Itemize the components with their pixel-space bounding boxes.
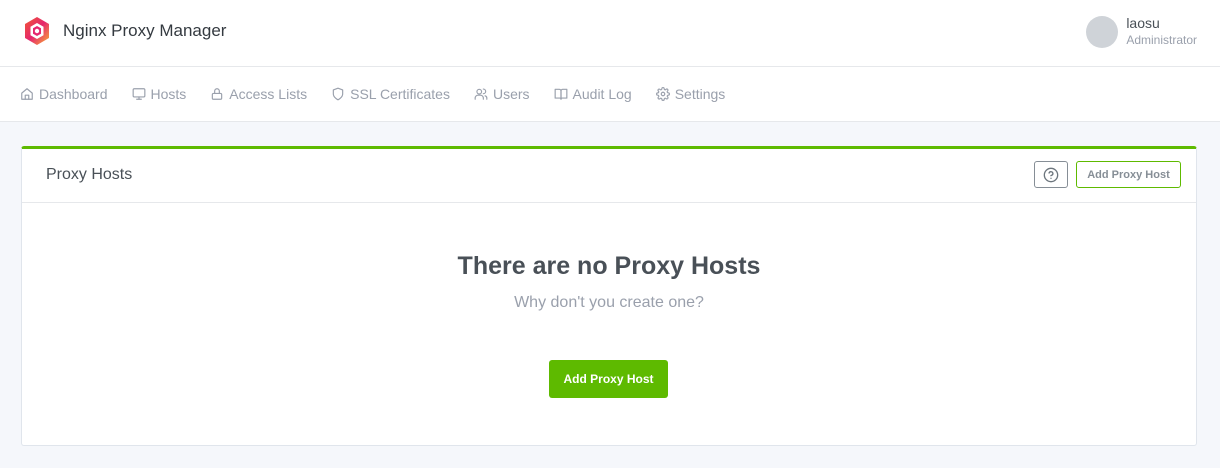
nav-item-label: Settings <box>674 86 726 102</box>
empty-state-title: There are no Proxy Hosts <box>457 252 761 280</box>
user-menu[interactable]: laosu Administrator <box>1086 15 1197 49</box>
empty-state-subtitle: Why don't you create one? <box>514 294 704 311</box>
nav-item-hosts[interactable]: Hosts <box>132 86 187 102</box>
brand[interactable]: Nginx Proxy Manager <box>22 16 226 46</box>
book-icon <box>554 88 567 100</box>
nav-item-label: Audit Log <box>572 86 632 102</box>
nav-item-label: Hosts <box>150 86 187 102</box>
top-header: Nginx Proxy Manager laosu Administrator <box>0 0 1220 67</box>
users-icon <box>474 88 488 100</box>
nav-item-label: Dashboard <box>39 86 108 102</box>
app-logo-icon <box>22 16 52 46</box>
app-name: Nginx Proxy Manager <box>63 21 227 40</box>
user-info: laosu Administrator <box>1126 15 1197 49</box>
card-header: Proxy Hosts Add Proxy Host <box>22 149 1196 203</box>
nav-item-users[interactable]: Users <box>474 86 530 102</box>
add-proxy-host-button[interactable]: Add Proxy Host <box>549 360 668 398</box>
nav-item-label: Users <box>492 86 530 102</box>
nav-item-label: Access Lists <box>229 86 308 102</box>
help-button[interactable] <box>1034 161 1068 188</box>
nav-item-access-lists[interactable]: Access Lists <box>210 86 307 102</box>
lock-icon <box>212 88 223 100</box>
main-nav: Dashboard Hosts Access Lists SSL Certifi… <box>0 67 1220 122</box>
nav-item-label: SSL Certificates <box>350 86 450 102</box>
monitor-icon <box>132 88 145 100</box>
nav-item-settings[interactable]: Settings <box>655 86 726 102</box>
proxy-hosts-card: Proxy Hosts Add Proxy Host There are no … <box>21 146 1197 446</box>
nav-item-audit-log[interactable]: Audit Log <box>554 86 632 102</box>
add-proxy-host-button-header[interactable]: Add Proxy Host <box>1076 161 1181 188</box>
avatar[interactable] <box>1086 16 1119 48</box>
nav-item-ssl-certificates[interactable]: SSL Certificates <box>331 86 450 102</box>
help-circle-icon <box>1043 167 1059 182</box>
empty-state: There are no Proxy Hosts Why don't you c… <box>22 203 1196 312</box>
shield-icon <box>332 87 344 101</box>
nav-item-dashboard[interactable]: Dashboard <box>20 86 108 102</box>
user-name: laosu <box>1126 15 1160 31</box>
card-title: Proxy Hosts <box>46 166 133 183</box>
user-role: Administrator <box>1126 33 1197 47</box>
gear-icon <box>655 87 670 101</box>
home-icon <box>21 88 33 100</box>
